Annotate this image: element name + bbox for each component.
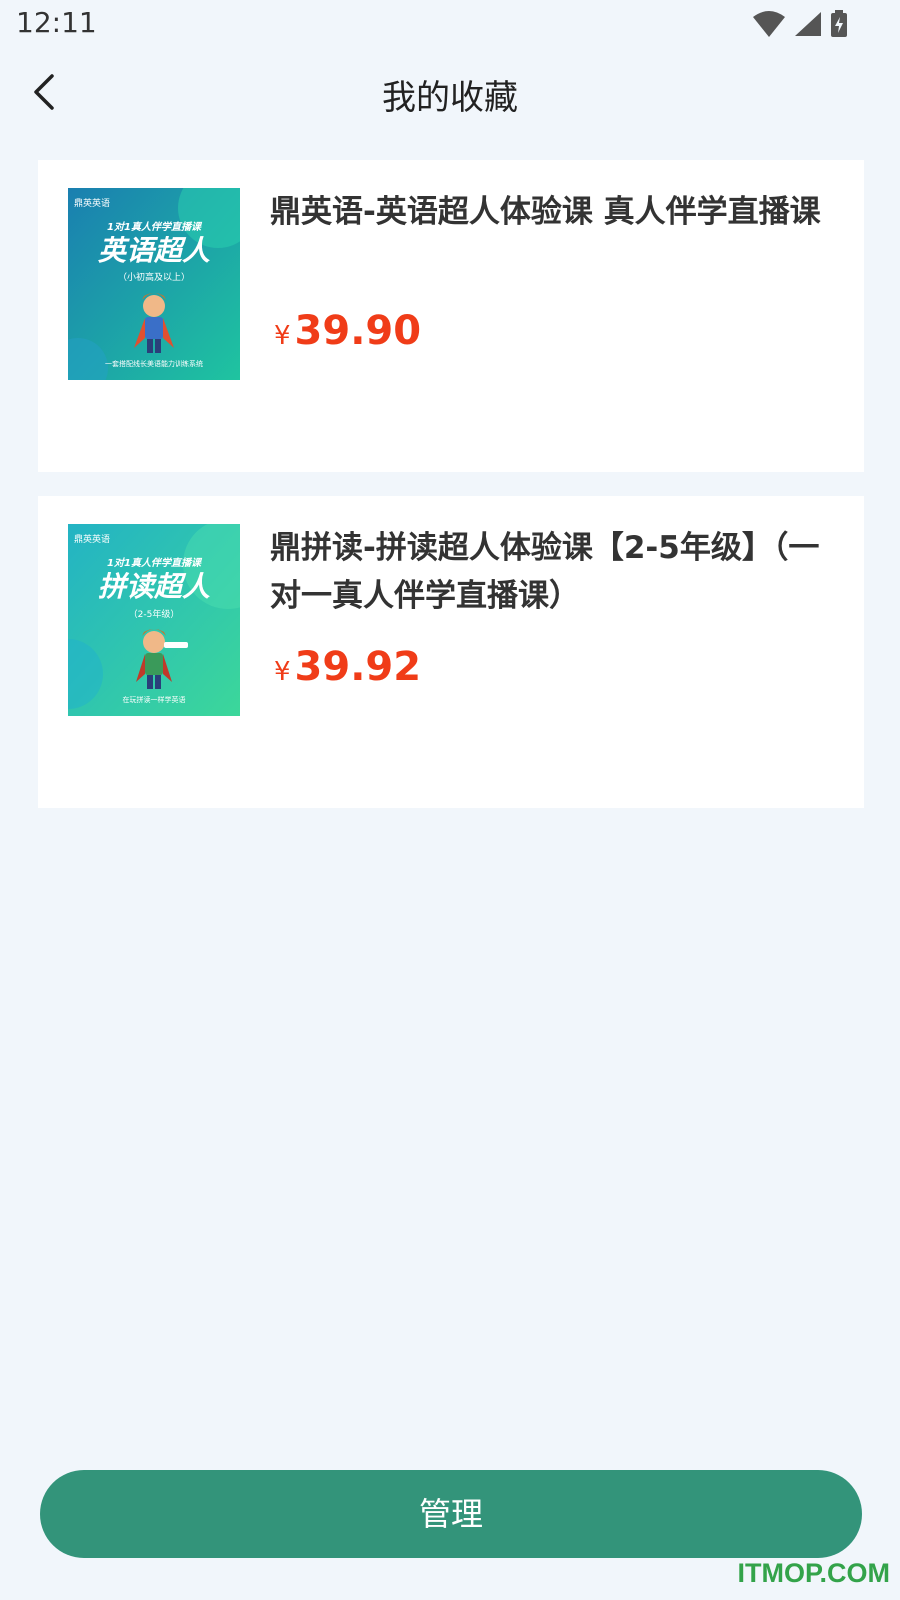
thumb-footer: 一套搭配线长美语能力训练系统 <box>105 359 203 368</box>
course-thumbnail: 鼎英英语 1对1真人伴学直播课 拼读超人 （2-5年级） 在玩拼读一样学英语 <box>68 524 240 716</box>
thumb-headline: 拼读超人 <box>98 570 210 603</box>
thumb-subtitle: （2-5年级） <box>129 608 180 620</box>
course-title: 鼎拼读-拼读超人体验课【2-5年级】（一对一真人伴学直播课） <box>270 530 820 614</box>
price-value: 39.90 <box>294 308 422 354</box>
course-price: ¥39.92 <box>274 644 421 690</box>
thumb-brand: 鼎英英语 <box>74 533 110 545</box>
currency-symbol: ¥ <box>274 657 291 687</box>
thumb-tagline: 1对1真人伴学直播课 <box>107 557 203 569</box>
course-title: 鼎英语-英语超人体验课 真人伴学直播课 <box>270 194 821 230</box>
favorites-list: 鼎英英语 1对1真人伴学直播课 英语超人 （小初高及以上） 一套搭配线长美语能力… <box>38 160 864 832</box>
thumb-tagline: 1对1真人伴学直播课 <box>107 221 203 233</box>
thumb-footer: 在玩拼读一样学英语 <box>123 695 186 704</box>
signal-icon <box>794 11 822 37</box>
header: 我的收藏 <box>0 56 900 128</box>
currency-symbol: ¥ <box>274 321 291 351</box>
favorite-card[interactable]: 鼎英英语 1对1真人伴学直播课 拼读超人 （2-5年级） 在玩拼读一样学英语 鼎… <box>38 496 864 808</box>
course-price: ¥39.90 <box>274 308 421 354</box>
watermark: ITMOP.COM <box>737 1558 890 1588</box>
status-icons <box>752 10 848 38</box>
course-thumbnail: 鼎英英语 1对1真人伴学直播课 英语超人 （小初高及以上） 一套搭配线长美语能力… <box>68 188 240 380</box>
battery-charging-icon <box>830 10 848 38</box>
wifi-icon <box>752 11 786 37</box>
thumb-headline: 英语超人 <box>98 234 210 267</box>
thumb-brand: 鼎英英语 <box>74 197 110 209</box>
page-title: 我的收藏 <box>382 78 518 118</box>
price-value: 39.92 <box>294 644 422 690</box>
status-time: 12:11 <box>16 6 97 39</box>
manage-button[interactable]: 管理 <box>40 1470 862 1558</box>
thumb-subtitle: （小初高及以上） <box>118 271 190 283</box>
favorite-card[interactable]: 鼎英英语 1对1真人伴学直播课 英语超人 （小初高及以上） 一套搭配线长美语能力… <box>38 160 864 472</box>
status-bar: 12:11 <box>0 0 900 48</box>
